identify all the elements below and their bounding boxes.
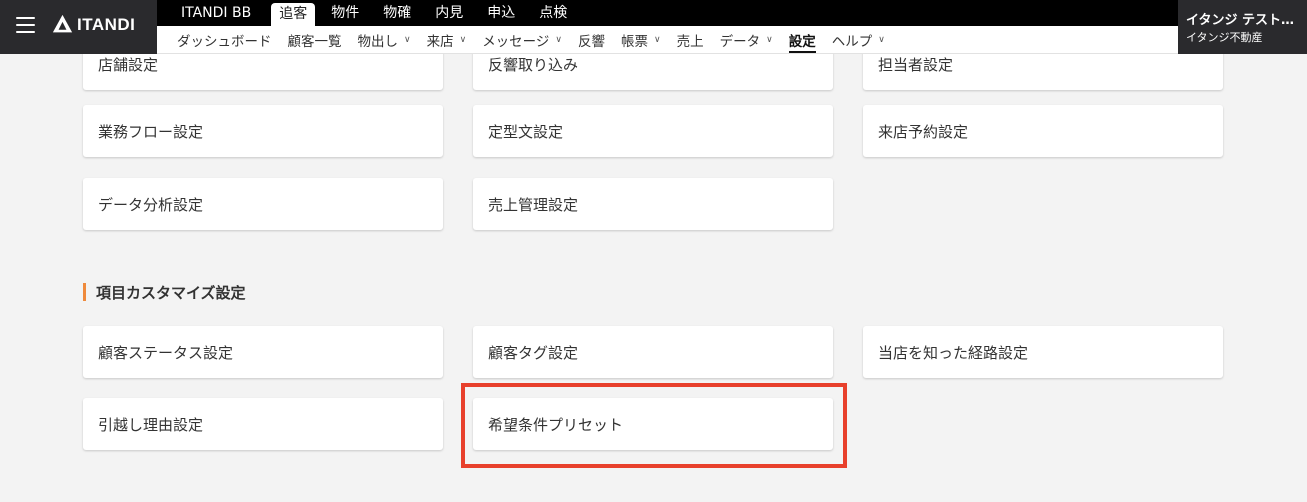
tab-moushikomi[interactable]: 申込: [475, 0, 527, 26]
subnav-uriage-label: 売上: [676, 33, 704, 50]
card-sales-management-settings[interactable]: 売上管理設定: [473, 178, 833, 230]
card-label: 顧客タグ設定: [488, 343, 579, 362]
subnav-dashboard[interactable]: ダッシュボード: [169, 26, 280, 53]
itandi-logo[interactable]: ITANDI: [52, 14, 135, 35]
tab-naiken[interactable]: 内見: [423, 0, 475, 26]
subnav-message[interactable]: メッセージ ∨: [474, 26, 570, 53]
user-menu[interactable]: イタンジ テスト… イタンジ不動産: [1178, 0, 1307, 54]
card-label: 顧客ステータス設定: [98, 343, 234, 362]
subnav-raiten-label: 来店: [426, 33, 454, 50]
chevron-down-icon: ∨: [878, 34, 885, 45]
card-label: 引越し理由設定: [98, 415, 204, 434]
subnav-hankyo[interactable]: 反響: [570, 26, 613, 53]
subnav-settings[interactable]: 設定: [781, 26, 824, 53]
tab-tsuikyaku[interactable]: 追客: [271, 3, 316, 26]
card-label: 売上管理設定: [488, 195, 579, 214]
card-moving-reason-settings[interactable]: 引越し理由設定: [83, 398, 443, 450]
card-label: 担当者設定: [878, 55, 954, 74]
subnav-data[interactable]: データ ∨: [712, 26, 781, 53]
chevron-down-icon: ∨: [766, 34, 773, 45]
card-visit-reservation-settings[interactable]: 来店予約設定: [863, 105, 1223, 157]
logo-text: ITANDI: [77, 14, 136, 34]
subnav-customer-list[interactable]: 顧客一覧: [280, 26, 350, 53]
card-label: 反響取り込み: [488, 55, 579, 74]
itandi-logo-icon: [52, 14, 73, 33]
card-label: 当店を知った経路設定: [878, 343, 1029, 362]
chevron-down-icon: ∨: [404, 34, 411, 45]
tab-bukkaku[interactable]: 物確: [371, 0, 423, 26]
subnav-data-label: データ: [719, 33, 761, 50]
app-header: ITANDI ITANDI BB 追客 物件 物確 内見 申込 点検 ダッシュボ…: [0, 0, 1307, 54]
subnav-help-label: ヘルプ: [831, 33, 873, 50]
subnav-bukkendashi[interactable]: 物出し ∨: [350, 26, 419, 53]
chevron-down-icon: ∨: [654, 34, 661, 45]
card-workflow-settings[interactable]: 業務フロー設定: [83, 105, 443, 157]
card-customer-status-settings[interactable]: 顧客ステータス設定: [83, 326, 443, 378]
section-accent-bar: [83, 283, 86, 301]
card-data-analysis-settings[interactable]: データ分析設定: [83, 178, 443, 230]
subnav-help[interactable]: ヘルプ ∨: [824, 26, 893, 53]
tab-tenken[interactable]: 点検: [527, 0, 579, 26]
subnav-settings-label: 設定: [788, 33, 816, 50]
subnav-raiten[interactable]: 来店 ∨: [419, 26, 475, 53]
card-referral-route-settings[interactable]: 当店を知った経路設定: [863, 326, 1223, 378]
section-title-text: 項目カスタマイズ設定: [96, 283, 246, 302]
subnav-uriage[interactable]: 売上: [669, 26, 712, 53]
subnav-hankyo-label: 反響: [578, 33, 606, 50]
subnav-bukkendashi-label: 物出し: [357, 33, 399, 50]
subnav-chohyo-label: 帳票: [621, 33, 649, 50]
subnav-customer-list-label: 顧客一覧: [287, 33, 342, 50]
section-title: 項目カスタマイズ設定: [83, 282, 246, 302]
tab-bukken[interactable]: 物件: [319, 0, 371, 26]
hamburger-menu-icon[interactable]: [16, 17, 35, 33]
user-name: イタンジ テスト…: [1186, 13, 1295, 28]
sub-nav-bar: ダッシュボード 顧客一覧 物出し ∨ 来店 ∨ メッセージ ∨ 反響 帳票 ∨ 売上 デ…: [157, 26, 1178, 54]
header-left-panel: ITANDI: [0, 0, 157, 54]
tab-itandi-bb[interactable]: ITANDI BB: [157, 0, 271, 26]
card-label: 定型文設定: [488, 122, 564, 141]
card-desired-condition-preset[interactable]: 希望条件プリセット: [473, 398, 833, 450]
card-label: 希望条件プリセット: [488, 415, 624, 434]
card-label: 店舗設定: [98, 55, 159, 74]
subnav-chohyo[interactable]: 帳票 ∨: [613, 26, 669, 53]
subnav-dashboard-label: ダッシュボード: [177, 33, 272, 50]
chevron-down-icon: ∨: [459, 34, 467, 45]
chevron-down-icon: ∨: [555, 34, 563, 45]
user-company: イタンジ不動産: [1186, 31, 1263, 44]
card-label: 来店予約設定: [878, 122, 969, 141]
subnav-message-label: メッセージ: [482, 33, 550, 50]
card-label: データ分析設定: [98, 195, 204, 214]
top-tab-bar: ITANDI BB 追客 物件 物確 内見 申込 点検: [157, 0, 1178, 26]
card-template-settings[interactable]: 定型文設定: [473, 105, 833, 157]
card-customer-tag-settings[interactable]: 顧客タグ設定: [473, 326, 833, 378]
card-label: 業務フロー設定: [98, 122, 204, 141]
